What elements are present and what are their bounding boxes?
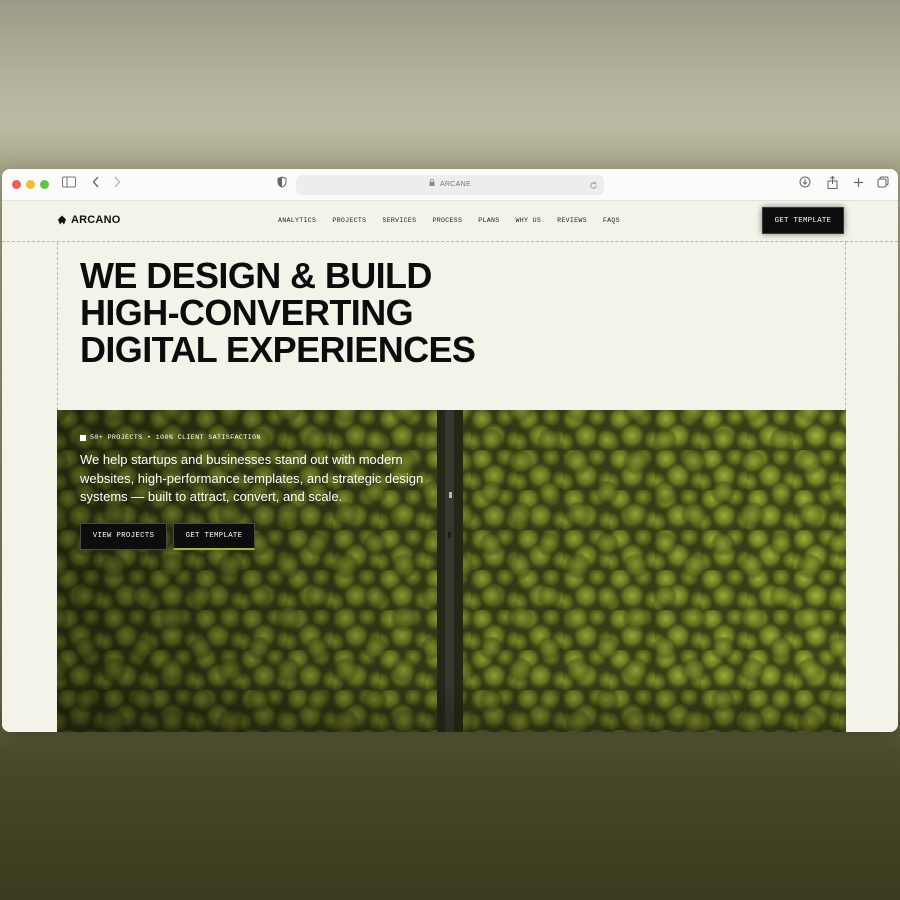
nav-item-why-us[interactable]: WHY US xyxy=(516,217,542,224)
forward-icon[interactable] xyxy=(113,176,121,194)
hero-content: 50+ PROJECTS • 100% CLIENT SATISFACTION … xyxy=(80,434,440,550)
new-tab-icon[interactable] xyxy=(853,176,864,194)
website: ARCANO ANALYTICS PROJECTS SERVICES PROCE… xyxy=(2,201,898,732)
view-projects-button[interactable]: VIEW PROJECTS xyxy=(80,522,167,550)
site-header: ARCANO ANALYTICS PROJECTS SERVICES PROCE… xyxy=(2,201,898,242)
nav-item-plans[interactable]: PLANS xyxy=(478,217,499,224)
nav-item-analytics[interactable]: ANALYTICS xyxy=(278,217,316,224)
stats-badge: 50+ PROJECTS • 100% CLIENT SATISFACTION xyxy=(80,434,440,442)
maximize-window-button[interactable] xyxy=(40,180,49,189)
browser-toolbar: ARCANE xyxy=(2,169,898,201)
hero-section: 50+ PROJECTS • 100% CLIENT SATISFACTION … xyxy=(57,410,846,732)
sidebar-icon[interactable] xyxy=(62,176,76,194)
main-nav: ANALYTICS PROJECTS SERVICES PROCESS PLAN… xyxy=(278,217,620,224)
stats-badge-text: 50+ PROJECTS • 100% CLIENT SATISFACTION xyxy=(90,434,261,442)
address-text: ARCANE xyxy=(439,181,471,188)
nav-item-services[interactable]: SERVICES xyxy=(382,217,416,224)
browser-window: ARCANE ARCANO ANALYTICS PROJECTS SERVICE… xyxy=(2,169,898,732)
tabs-icon[interactable] xyxy=(877,176,889,194)
square-bullet-icon xyxy=(80,435,86,441)
back-icon[interactable] xyxy=(92,176,100,194)
logo-icon xyxy=(57,215,67,225)
lock-icon xyxy=(429,179,437,188)
get-template-button[interactable]: GET TEMPLATE xyxy=(762,207,844,234)
reload-icon[interactable] xyxy=(589,175,598,197)
minimize-window-button[interactable] xyxy=(26,180,35,189)
address-bar[interactable]: ARCANE xyxy=(296,175,604,195)
nav-item-faqs[interactable]: FAQS xyxy=(603,217,620,224)
logo[interactable]: ARCANO xyxy=(57,214,120,226)
nav-item-reviews[interactable]: REVIEWS xyxy=(557,217,587,224)
share-icon[interactable] xyxy=(827,175,838,195)
nav-item-projects[interactable]: PROJECTS xyxy=(332,217,366,224)
nav-item-process[interactable]: PROCESS xyxy=(432,217,462,224)
hero-description: We help startups and businesses stand ou… xyxy=(80,452,424,504)
download-icon[interactable] xyxy=(799,176,811,194)
shield-icon[interactable] xyxy=(277,176,287,194)
hero-headline: WE DESIGN & BUILD HIGH-CONVERTING DIGITA… xyxy=(80,255,476,370)
logo-text: ARCANO xyxy=(71,214,121,226)
close-window-button[interactable] xyxy=(12,180,21,189)
hero-buttons: VIEW PROJECTS GET TEMPLATE xyxy=(80,522,440,550)
hero-get-template-button[interactable]: GET TEMPLATE xyxy=(173,522,255,550)
